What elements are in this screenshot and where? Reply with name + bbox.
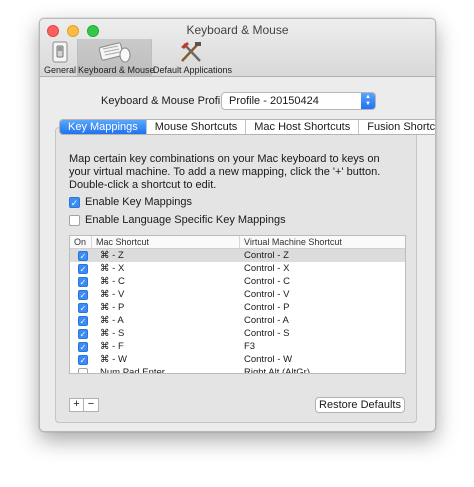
row-mac-shortcut: Num Pad Enter [100,367,165,374]
tab-fusion-shortcuts[interactable]: Fusion Shortcuts [359,120,435,134]
row-on-cell: ✓ [70,250,92,261]
toolbar-keyboard-mouse[interactable]: Keyboard & Mouse [77,39,155,76]
window-title: Keyboard & Mouse [186,23,289,37]
table-row[interactable]: Num Pad Enter Right Alt (AltGr) [70,366,405,374]
table-row[interactable]: ✓ ⌘ - F F3 [70,340,405,353]
add-remove-group: + − [69,398,99,412]
table-row[interactable]: ✓ ⌘ - A Control - A [70,314,405,327]
toolbar-label: Default Applications [153,65,233,75]
add-mapping-button[interactable]: + [69,398,84,412]
table-row[interactable]: ✓ ⌘ - W Control - W [70,353,405,366]
tab-mac-host-shortcuts[interactable]: Mac Host Shortcuts [246,120,360,134]
row-enabled-checkbox[interactable]: ✓ [78,302,88,313]
row-enabled-checkbox[interactable]: ✓ [78,341,88,352]
table-row[interactable]: ✓ ⌘ - P Control - P [70,301,405,314]
row-vm-shortcut: Control - W [244,354,293,365]
row-vm-shortcut: Right Alt (AltGr) [244,367,310,374]
table-row[interactable]: ✓ ⌘ - S Control - S [70,327,405,340]
tools-icon [181,42,201,62]
row-enabled-checkbox[interactable]: ✓ [78,315,88,326]
titlebar: Keyboard & Mouse General Keyboard & Mous… [40,19,435,77]
toolbar-label: Keyboard & Mouse [78,65,155,75]
row-mac-shortcut: ⌘ - A [100,315,124,326]
row-enabled-checkbox[interactable]: ✓ [78,328,88,339]
light-switch-icon [52,41,68,63]
row-vm-shortcut: Control - S [244,328,290,339]
row-mac-shortcut: ⌘ - F [100,341,124,352]
row-on-cell: ✓ [70,289,92,300]
remove-mapping-button[interactable]: − [84,398,99,412]
row-vm-shortcut: Control - X [244,263,290,274]
row-on-cell: ✓ [70,354,92,365]
column-header-on[interactable]: On [70,236,92,249]
tab-bar: Key Mappings Mouse Shortcuts Mac Host Sh… [59,119,435,135]
table-row[interactable]: ✓ ⌘ - C Control - C [70,275,405,288]
row-vm-shortcut: Control - A [244,315,289,326]
profile-label: Keyboard & Mouse Profile: [101,95,232,107]
restore-defaults-button[interactable]: Restore Defaults [315,397,405,413]
table-header: On Mac Shortcut Virtual Machine Shortcut [70,236,405,249]
enable-language-row[interactable]: Enable Language Specific Key Mappings [69,213,286,227]
row-on-cell: ✓ [70,328,92,339]
chevron-updown-icon: ▲ ▼ [361,93,375,109]
row-vm-shortcut: Control - P [244,302,290,313]
toolbar-default-applications[interactable]: Default Applications [153,39,233,76]
key-mappings-table[interactable]: On Mac Shortcut Virtual Machine Shortcut… [69,235,406,374]
row-enabled-checkbox[interactable]: ✓ [78,276,88,287]
table-row[interactable]: ✓ ⌘ - X Control - X [70,262,405,275]
enable-language-label: Enable Language Specific Key Mappings [85,214,286,226]
table-row[interactable]: ✓ ⌘ - Z Control - Z [70,249,405,262]
profile-select[interactable]: Profile - 20150424 ▲ ▼ [221,92,376,110]
column-header-vm-shortcut[interactable]: Virtual Machine Shortcut [240,236,405,249]
row-enabled-checkbox[interactable]: ✓ [78,250,88,261]
enable-key-mappings-checkbox[interactable]: ✓ [69,196,80,208]
toolbar-label: General [43,65,77,75]
row-mac-shortcut: ⌘ - W [100,354,127,365]
row-vm-shortcut: Control - C [244,276,290,287]
row-enabled-checkbox[interactable]: ✓ [78,354,88,365]
row-enabled-checkbox[interactable] [78,367,88,373]
row-mac-shortcut: ⌘ - S [100,328,125,339]
row-on-cell: ✓ [70,315,92,326]
tab-mouse-shortcuts[interactable]: Mouse Shortcuts [147,120,247,134]
row-mac-shortcut: ⌘ - V [100,289,125,300]
row-on-cell: ✓ [70,263,92,274]
enable-key-mappings-row[interactable]: ✓ Enable Key Mappings [69,195,192,209]
profile-select-value: Profile - 20150424 [229,95,319,107]
toolbar-general[interactable]: General [43,39,77,76]
keyboard-mouse-icon [98,42,130,63]
column-header-mac-shortcut[interactable]: Mac Shortcut [92,236,240,249]
preferences-window: Keyboard & Mouse General Keyboard & Mous… [39,18,436,432]
row-vm-shortcut: F3 [244,341,256,352]
enable-language-checkbox[interactable] [69,214,80,226]
table-body: ✓ ⌘ - Z Control - Z ✓ ⌘ - X Control - X ✓ ⌘ - C… [70,249,405,374]
row-enabled-checkbox[interactable]: ✓ [78,263,88,274]
enable-key-mappings-label: Enable Key Mappings [85,196,193,208]
row-on-cell: ✓ [70,302,92,313]
row-mac-shortcut: ⌘ - C [100,276,125,287]
row-mac-shortcut: ⌘ - Z [100,250,124,261]
profile-row: Keyboard & Mouse Profile: Profile - 2015… [40,91,435,111]
row-vm-shortcut: Control - V [244,289,290,300]
row-on-cell [70,367,92,373]
tab-key-mappings[interactable]: Key Mappings [60,120,147,134]
row-on-cell: ✓ [70,276,92,287]
row-mac-shortcut: ⌘ - P [100,302,125,313]
row-on-cell: ✓ [70,341,92,352]
row-enabled-checkbox[interactable]: ✓ [78,289,88,300]
table-row[interactable]: ✓ ⌘ - V Control - V [70,288,405,301]
row-vm-shortcut: Control - Z [244,250,289,261]
row-mac-shortcut: ⌘ - X [100,263,125,274]
description-text: Map certain key combinations on your Mac… [69,153,381,191]
